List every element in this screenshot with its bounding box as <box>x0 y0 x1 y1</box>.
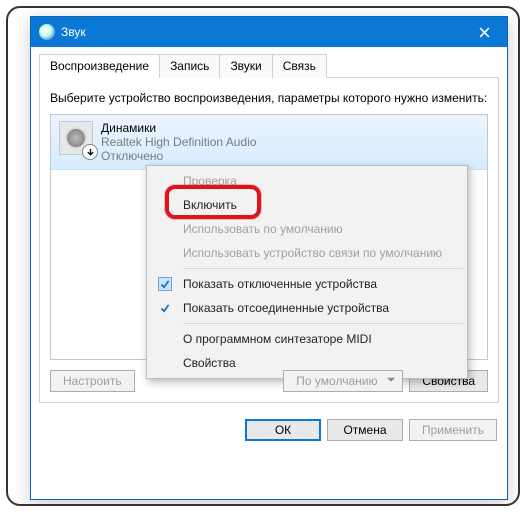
ok-button[interactable]: ОК <box>245 419 321 441</box>
dialog-buttons: ОК Отмена Применить <box>39 411 499 443</box>
configure-button: Настроить <box>50 370 135 392</box>
menu-label: Показать отсоединенные устройства <box>183 301 389 315</box>
check-icon <box>158 301 172 315</box>
sound-dialog: Звук Воспроизведение Запись Звуки Связь … <box>30 16 508 500</box>
sound-icon <box>39 24 55 40</box>
menu-enable[interactable]: Включить <box>149 193 465 217</box>
apply-button: Применить <box>409 419 497 441</box>
check-icon <box>158 277 172 291</box>
menu-test: Проверка <box>149 169 465 193</box>
tab-recording[interactable]: Запись <box>159 54 220 78</box>
titlebar[interactable]: Звук <box>31 17 507 47</box>
playback-panel: Выберите устройство воспроизведения, пар… <box>39 78 499 403</box>
menu-separator <box>183 268 463 269</box>
tab-playback[interactable]: Воспроизведение <box>39 54 160 78</box>
menu-separator <box>183 323 463 324</box>
speaker-icon <box>59 121 93 155</box>
menu-set-default: Использовать по умолчанию <box>149 217 465 241</box>
device-item-speakers[interactable]: Динамики Realtek High Definition Audio О… <box>51 115 487 170</box>
device-status: Отключено <box>101 149 256 163</box>
context-menu: Проверка Включить Использовать по умолча… <box>146 165 468 379</box>
set-default-dropdown: По умолчанию <box>283 370 403 392</box>
device-list[interactable]: Динамики Realtek High Definition Audio О… <box>50 114 488 360</box>
device-desc: Realtek High Definition Audio <box>101 135 256 149</box>
menu-show-disconnected[interactable]: Показать отсоединенные устройства <box>149 296 465 320</box>
menu-about-midi[interactable]: О программном синтезаторе MIDI <box>149 327 465 351</box>
device-name: Динамики <box>101 121 256 135</box>
menu-show-disabled[interactable]: Показать отключенные устройства <box>149 272 465 296</box>
window-title: Звук <box>61 25 86 39</box>
instruction-text: Выберите устройство воспроизведения, пар… <box>50 90 488 106</box>
close-icon <box>479 27 490 38</box>
cancel-button[interactable]: Отмена <box>327 419 403 441</box>
tab-communications[interactable]: Связь <box>272 54 327 78</box>
menu-label: Показать отключенные устройства <box>183 277 377 291</box>
close-button[interactable] <box>461 17 507 47</box>
disabled-badge-icon <box>82 144 98 160</box>
tab-strip: Воспроизведение Запись Звуки Связь <box>39 53 499 78</box>
menu-set-comm-default: Использовать устройство связи по умолчан… <box>149 241 465 265</box>
tab-sounds[interactable]: Звуки <box>219 54 272 78</box>
